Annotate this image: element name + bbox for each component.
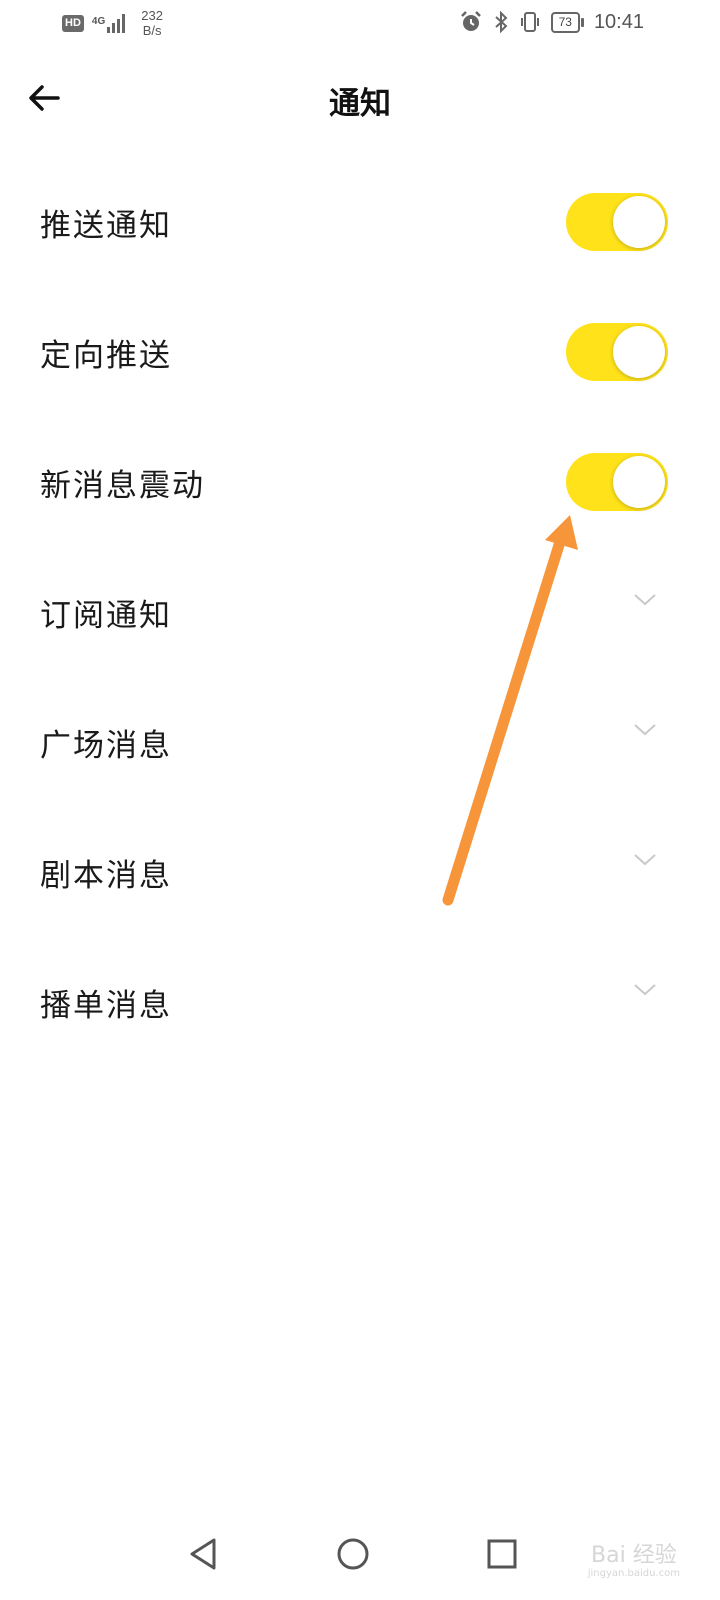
watermark-brand: Bai 经验	[591, 1543, 677, 1568]
network-speed: 232 B/s	[141, 8, 163, 38]
chevron-down-icon[interactable]	[632, 591, 658, 609]
triangle-back-icon	[190, 1538, 216, 1570]
subscription-label: 订阅通知	[40, 598, 172, 634]
nav-home-button[interactable]	[331, 1532, 375, 1576]
status-left: HD 4G 232 B/s	[62, 8, 163, 38]
toggle-knob	[613, 456, 665, 508]
system-nav-bar: Bai 经验 jingyan.baidu.com	[0, 1520, 720, 1600]
new-message-vibrate-toggle[interactable]	[566, 453, 668, 511]
status-right: 73 10:41	[459, 10, 644, 34]
setting-row-targeted-push[interactable]: 定向推送	[0, 288, 720, 418]
chevron-down-icon[interactable]	[632, 851, 658, 869]
targeted-push-toggle[interactable]	[566, 323, 668, 381]
hd-badge: HD	[62, 14, 84, 32]
setting-row-script-messages[interactable]: 剧本消息	[0, 808, 720, 938]
playlist-messages-label: 播单消息	[40, 988, 172, 1024]
signal-icon	[107, 14, 126, 33]
status-bar: HD 4G 232 B/s 73 10:41	[0, 0, 720, 48]
chevron-down-icon[interactable]	[632, 981, 658, 999]
push-notification-label: 推送通知	[40, 208, 172, 244]
alarm-icon	[460, 11, 481, 31]
nav-recents-button[interactable]	[480, 1532, 524, 1576]
signal-group: 4G	[92, 13, 127, 33]
toggle-knob	[613, 326, 665, 378]
circle-home-icon	[337, 1538, 369, 1570]
battery-level: 73	[558, 15, 572, 29]
nav-back-button[interactable]	[182, 1532, 226, 1576]
page-title: 通知	[329, 86, 391, 122]
speed-unit: B/s	[142, 23, 162, 38]
clock-time: 10:41	[593, 10, 644, 33]
toggle-knob	[613, 196, 665, 248]
push-notification-toggle[interactable]	[566, 193, 668, 251]
script-messages-label: 剧本消息	[40, 858, 172, 894]
speed-value: 232	[141, 8, 163, 23]
watermark-url: jingyan.baidu.com	[587, 1568, 680, 1579]
battery-icon: 73	[550, 11, 585, 33]
settings-list: 推送通知 定向推送 新消息震动 订阅通知 广场消息 剧本消息 播单消息	[0, 158, 720, 1068]
watermark: Bai 经验 jingyan.baidu.com	[588, 1544, 680, 1580]
setting-row-subscription[interactable]: 订阅通知	[0, 548, 720, 678]
chevron-down-icon[interactable]	[632, 721, 658, 739]
new-message-vibrate-label: 新消息震动	[40, 468, 205, 504]
bluetooth-icon	[494, 10, 508, 34]
setting-row-push-notification[interactable]: 推送通知	[0, 158, 720, 288]
setting-row-playlist-messages[interactable]: 播单消息	[0, 938, 720, 1068]
vibrate-icon	[520, 12, 539, 32]
setting-row-square-messages[interactable]: 广场消息	[0, 678, 720, 808]
square-messages-label: 广场消息	[40, 728, 172, 764]
network-type: 4G	[91, 16, 106, 27]
setting-row-new-message-vibrate[interactable]: 新消息震动	[0, 418, 720, 548]
square-recents-icon	[487, 1539, 517, 1569]
app-header: 通知	[0, 68, 720, 132]
targeted-push-label: 定向推送	[40, 338, 172, 374]
